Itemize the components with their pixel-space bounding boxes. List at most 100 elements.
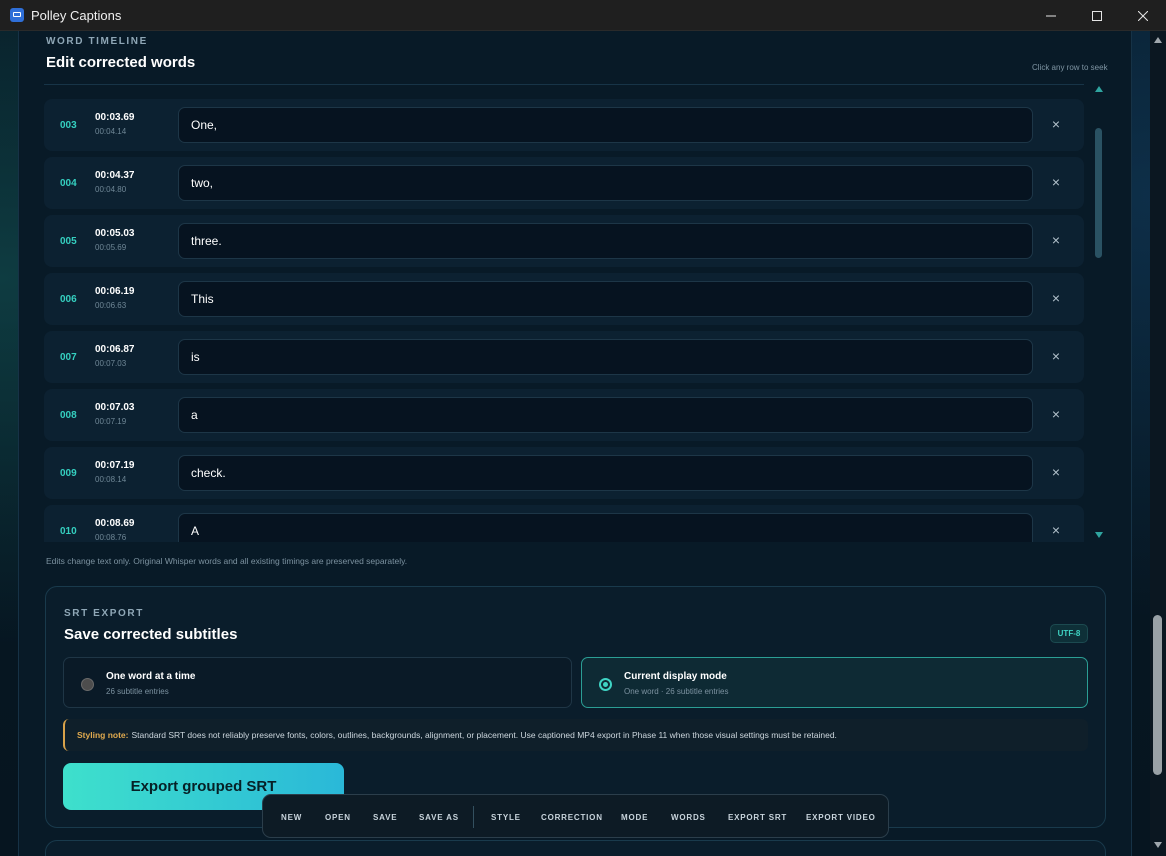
option-title: Current display mode [624, 671, 727, 682]
word-input[interactable]: A [178, 513, 1033, 542]
toolbar-new[interactable]: NEW [281, 813, 302, 822]
row-start-time: 00:05.03 [95, 228, 135, 239]
radio-one-word[interactable] [81, 678, 94, 691]
row-start-time: 00:06.87 [95, 344, 135, 355]
window-scroll-up-icon[interactable] [1154, 37, 1162, 43]
timeline-row[interactable]: 005 00:05.03 00:05.69 three. × [44, 215, 1084, 267]
styling-note-label: Styling note: [77, 730, 129, 740]
row-start-time: 00:04.37 [95, 170, 135, 181]
row-index: 007 [60, 352, 77, 363]
row-index: 003 [60, 120, 77, 131]
styling-note: Styling note: Standard SRT does not reli… [63, 719, 1088, 751]
timeline-row[interactable]: 010 00:08.69 00:08.76 A × [44, 505, 1084, 542]
toolbar-export-video[interactable]: EXPORT VIDEO [806, 813, 876, 822]
encoding-badge: UTF-8 [1050, 624, 1088, 643]
word-timeline-list[interactable]: 003 00:03.69 00:04.14 One, × 004 00:04.37 00:04… [44, 84, 1106, 542]
window-scrollbar[interactable] [1150, 31, 1166, 856]
option-one-word[interactable]: One word at a time 26 subtitle entries [63, 657, 572, 708]
delete-word-icon[interactable]: × [1048, 290, 1064, 306]
toolbar-words[interactable]: WORDS [671, 813, 706, 822]
timeline-scroll-thumb[interactable] [1095, 128, 1102, 258]
timeline-note: Edits change text only. Original Whisper… [46, 556, 408, 566]
word-input[interactable]: two, [178, 165, 1033, 201]
minimize-icon [1046, 15, 1056, 16]
timeline-row[interactable]: 003 00:03.69 00:04.14 One, × [44, 99, 1084, 151]
option-subtitle: One word · 26 subtitle entries [624, 687, 729, 696]
toolbar-mode[interactable]: MODE [621, 813, 648, 822]
radio-current-display-mode[interactable] [599, 678, 612, 691]
row-end-time: 00:05.69 [95, 243, 127, 252]
title-bar: Polley Captions [0, 0, 1166, 31]
app-logo-icon [10, 8, 24, 22]
close-window-button[interactable] [1120, 0, 1166, 31]
row-start-time: 00:08.69 [95, 518, 135, 529]
close-icon [1138, 10, 1148, 21]
word-input[interactable]: One, [178, 107, 1033, 143]
row-index: 006 [60, 294, 77, 305]
window-scroll-thumb[interactable] [1153, 615, 1162, 775]
row-index: 005 [60, 236, 77, 247]
srt-export-heading: Save corrected subtitles [64, 626, 238, 643]
option-current-display-mode[interactable]: Current display mode One word · 26 subti… [581, 657, 1088, 708]
word-input[interactable]: check. [178, 455, 1033, 491]
maximize-button[interactable] [1074, 0, 1120, 31]
word-input[interactable]: is [178, 339, 1033, 375]
row-end-time: 00:04.80 [95, 185, 127, 194]
word-timeline-eyebrow: WORD TIMELINE [46, 36, 148, 47]
toolbar-export-srt[interactable]: EXPORT SRT [728, 813, 787, 822]
delete-word-icon[interactable]: × [1048, 464, 1064, 480]
delete-word-icon[interactable]: × [1048, 348, 1064, 364]
option-subtitle: 26 subtitle entries [106, 687, 169, 696]
seek-hint: Click any row to seek [1032, 63, 1108, 72]
row-start-time: 00:03.69 [95, 112, 135, 123]
row-end-time: 00:07.03 [95, 359, 127, 368]
delete-word-icon[interactable]: × [1048, 406, 1064, 422]
timeline-scrollbar[interactable] [1093, 84, 1105, 542]
toolbar-save-as[interactable]: SAVE AS [419, 813, 459, 822]
styling-note-text: Standard SRT does not reliably preserve … [131, 730, 837, 740]
minimize-button[interactable] [1028, 0, 1074, 31]
option-title: One word at a time [106, 671, 196, 682]
row-index: 010 [60, 526, 77, 537]
timeline-row[interactable]: 008 00:07.03 00:07.19 a × [44, 389, 1084, 441]
row-start-time: 00:06.19 [95, 286, 135, 297]
window-controls [1028, 0, 1166, 31]
toolbar-correction[interactable]: CORRECTION [541, 813, 603, 822]
timeline-row[interactable]: 004 00:04.37 00:04.80 two, × [44, 157, 1084, 209]
window-scroll-down-icon[interactable] [1154, 842, 1162, 848]
timeline-row[interactable]: 006 00:06.19 00:06.63 This × [44, 273, 1084, 325]
list-top-edge [44, 84, 1084, 85]
bottom-toolbar: NEW OPEN SAVE SAVE AS STYLE CORRECTION M… [262, 794, 889, 838]
row-end-time: 00:07.19 [95, 417, 127, 426]
row-end-time: 00:08.76 [95, 533, 127, 542]
word-input[interactable]: three. [178, 223, 1033, 259]
delete-word-icon[interactable]: × [1048, 174, 1064, 190]
row-end-time: 00:08.14 [95, 475, 127, 484]
maximize-icon [1092, 10, 1102, 21]
toolbar-open[interactable]: OPEN [325, 813, 351, 822]
row-index: 009 [60, 468, 77, 479]
scroll-down-icon[interactable] [1095, 532, 1103, 538]
toolbar-style[interactable]: STYLE [491, 813, 521, 822]
delete-word-icon[interactable]: × [1048, 116, 1064, 132]
timeline-row[interactable]: 009 00:07.19 00:08.14 check. × [44, 447, 1084, 499]
row-end-time: 00:04.14 [95, 127, 127, 136]
window-title: Polley Captions [31, 7, 122, 23]
row-end-time: 00:06.63 [95, 301, 127, 310]
timeline-row[interactable]: 007 00:06.87 00:07.03 is × [44, 331, 1084, 383]
srt-export-eyebrow: SRT EXPORT [64, 608, 144, 619]
row-index: 008 [60, 410, 77, 421]
next-section-card [45, 840, 1106, 856]
delete-word-icon[interactable]: × [1048, 522, 1064, 538]
word-timeline-heading: Edit corrected words [46, 54, 196, 71]
srt-export-card: SRT EXPORT Save corrected subtitles UTF-… [45, 586, 1106, 828]
row-index: 004 [60, 178, 77, 189]
row-start-time: 00:07.19 [95, 460, 135, 471]
toolbar-divider [473, 806, 474, 828]
toolbar-save[interactable]: SAVE [373, 813, 397, 822]
row-start-time: 00:07.03 [95, 402, 135, 413]
word-input[interactable]: This [178, 281, 1033, 317]
word-input[interactable]: a [178, 397, 1033, 433]
scroll-up-icon[interactable] [1095, 86, 1103, 92]
delete-word-icon[interactable]: × [1048, 232, 1064, 248]
